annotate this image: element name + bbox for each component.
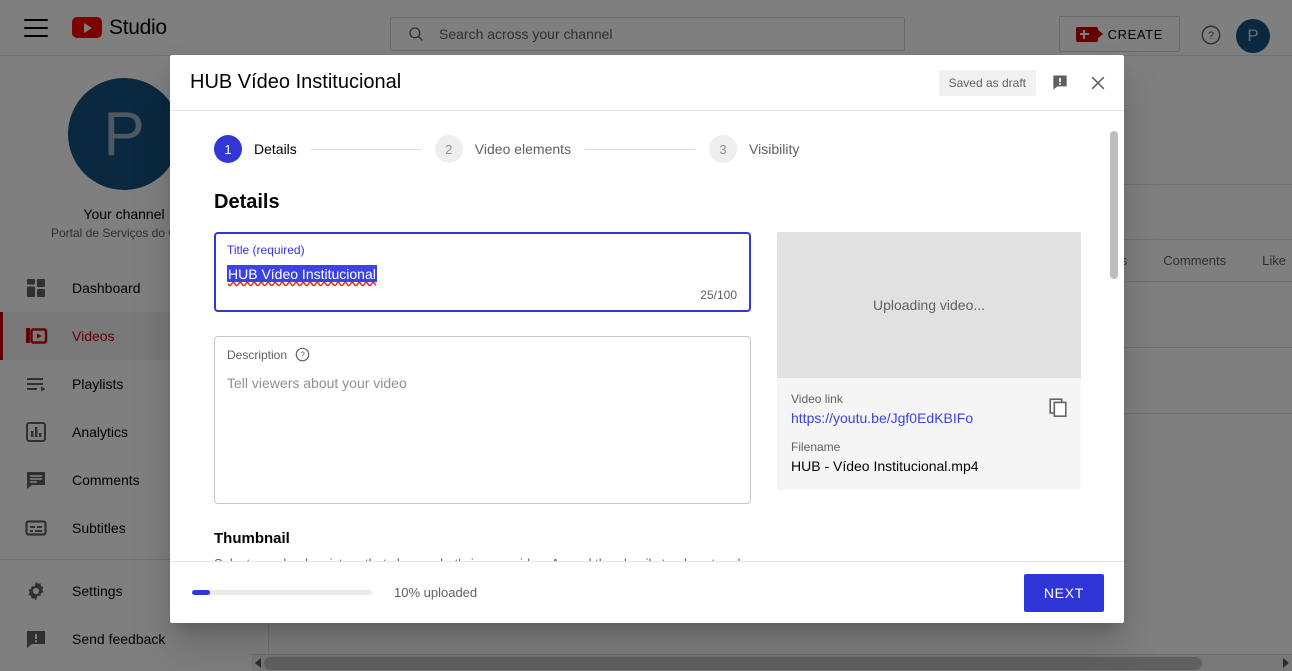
dialog-title: HUB Vídeo Institucional	[190, 71, 939, 94]
svg-text:?: ?	[300, 350, 305, 359]
step-visibility[interactable]: 3 Visibility	[709, 135, 799, 163]
filename-value: HUB - Vídeo Institucional.mp4	[791, 458, 1067, 474]
dialog-scroll-area: 1 Details 2 Video elements 3 Visibility …	[170, 111, 1124, 561]
video-preview: Uploading video...	[777, 232, 1081, 378]
description-label: Description	[227, 348, 287, 362]
help-circle-icon[interactable]: ?	[295, 347, 310, 362]
next-button[interactable]: NEXT	[1024, 574, 1104, 612]
step-label: Video elements	[475, 141, 571, 157]
dialog-footer: 10% uploaded NEXT	[170, 561, 1124, 623]
title-value[interactable]: HUB Vídeo Institucional	[227, 265, 377, 282]
upload-status-text: Uploading video...	[873, 297, 985, 313]
dialog-header: HUB Vídeo Institucional Saved as draft	[170, 55, 1124, 111]
upload-progress-fill	[192, 590, 210, 595]
step-indicator: 1 Details 2 Video elements 3 Visibility	[214, 111, 1092, 187]
thumbnail-description: Select or upload a picture that shows wh…	[214, 555, 751, 561]
section-heading: Details	[214, 191, 1092, 214]
step-connector	[311, 149, 421, 150]
dialog-scrollbar-track[interactable]	[1113, 111, 1121, 561]
details-right-column: Uploading video... Video link https://yo…	[777, 232, 1081, 561]
step-number: 2	[435, 135, 463, 163]
upload-dialog: HUB Vídeo Institucional Saved as draft 1…	[170, 55, 1124, 623]
step-connector	[585, 149, 695, 150]
step-number: 3	[709, 135, 737, 163]
title-label: Title (required)	[227, 243, 738, 257]
details-columns: Title (required) HUB Vídeo Institucional…	[214, 232, 1092, 561]
video-card: Uploading video... Video link https://yo…	[777, 232, 1081, 490]
step-video-elements[interactable]: 2 Video elements	[435, 135, 571, 163]
metadata-spacer	[791, 426, 1067, 440]
app-root: Studio Search across your channel CREATE…	[0, 0, 1292, 671]
step-number: 1	[214, 135, 242, 163]
step-details[interactable]: 1 Details	[214, 135, 297, 163]
copy-icon[interactable]	[1047, 396, 1069, 418]
description-input[interactable]: Description ? Tell viewers about your vi…	[214, 336, 751, 504]
upload-progress-text: 10% uploaded	[394, 585, 477, 600]
close-icon[interactable]	[1088, 73, 1108, 93]
thumbnail-section: Thumbnail Select or upload a picture tha…	[214, 530, 751, 561]
video-metadata: Video link https://youtu.be/Jgf0EdKBIFo …	[777, 378, 1081, 490]
video-link-value[interactable]: https://youtu.be/Jgf0EdKBIFo	[791, 410, 1067, 426]
feedback-icon[interactable]	[1050, 73, 1070, 93]
title-char-count: 25/100	[700, 288, 737, 302]
filename-label: Filename	[791, 440, 1067, 454]
details-left-column: Title (required) HUB Vídeo Institucional…	[214, 232, 751, 561]
title-input[interactable]: Title (required) HUB Vídeo Institucional…	[214, 232, 751, 312]
dialog-body: 1 Details 2 Video elements 3 Visibility …	[170, 111, 1124, 561]
upload-progress-bar	[192, 590, 372, 595]
status-badge: Saved as draft	[939, 70, 1036, 96]
step-label: Details	[254, 141, 297, 157]
description-header: Description ?	[227, 347, 738, 362]
description-placeholder: Tell viewers about your video	[227, 375, 738, 391]
step-label: Visibility	[749, 141, 799, 157]
thumbnail-heading: Thumbnail	[214, 530, 751, 547]
dialog-scrollbar-thumb[interactable]	[1110, 131, 1118, 279]
video-link-label: Video link	[791, 392, 1067, 406]
